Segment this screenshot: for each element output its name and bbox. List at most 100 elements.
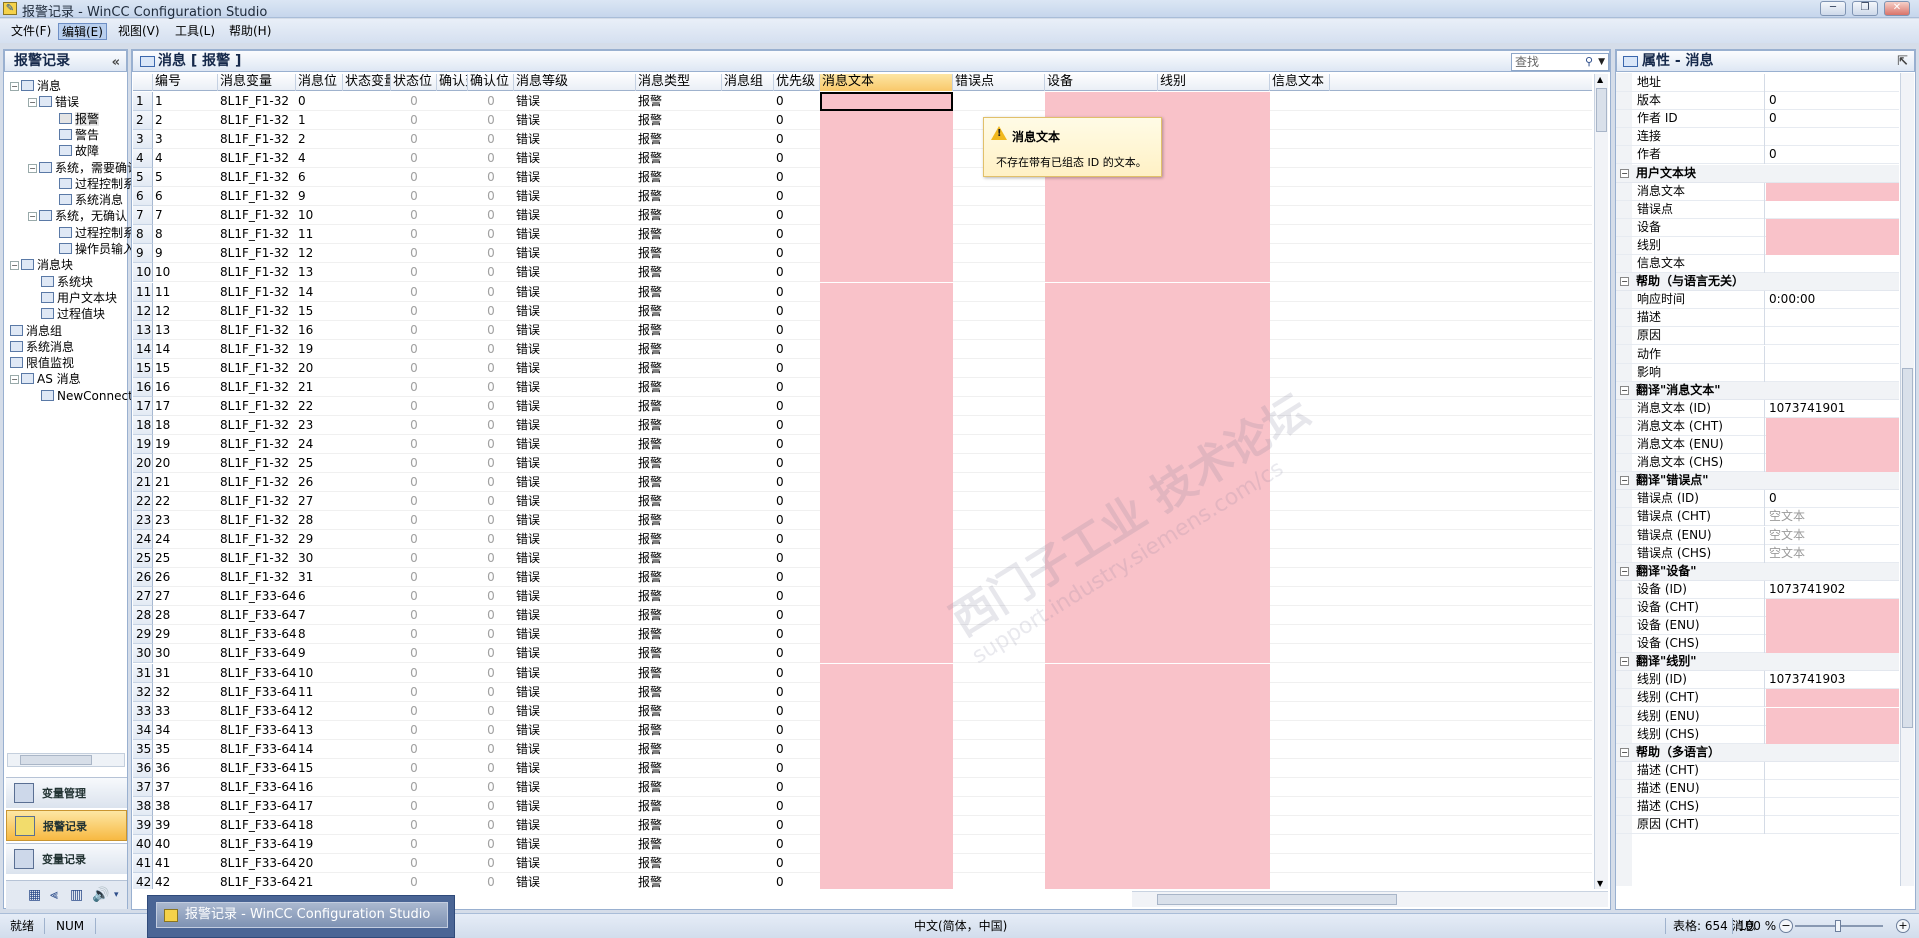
property-value[interactable]: 空文本 [1766, 508, 1899, 526]
table-cell[interactable] [1158, 854, 1270, 873]
property-row[interactable]: 线别 (CHT) [1616, 689, 1899, 708]
table-cell[interactable]: 0 [296, 92, 343, 111]
table-cell[interactable]: 0 [774, 606, 820, 625]
table-row[interactable]: 3 3 8L1F_F1-32 2 0 0 错误 报警 0 [133, 130, 1592, 150]
table-cell[interactable]: 0 [774, 244, 820, 263]
table-cell[interactable] [437, 549, 468, 568]
table-cell[interactable] [343, 683, 391, 702]
table-cell[interactable] [1045, 473, 1158, 492]
table-cell[interactable]: 10 [296, 206, 343, 225]
table-cell[interactable] [437, 416, 468, 435]
table-cell[interactable]: 8L1F_F1-32 [218, 149, 296, 168]
scroll-up-arrow-icon[interactable]: ▲ [1597, 75, 1603, 84]
property-value[interactable]: 1073741903 [1766, 671, 1899, 689]
table-cell[interactable]: 错误 [514, 511, 636, 530]
row-header[interactable]: 42 [133, 873, 153, 889]
table-cell[interactable] [722, 587, 774, 606]
table-cell[interactable]: 6 [153, 187, 218, 206]
table-cell[interactable] [343, 473, 391, 492]
table-cell[interactable] [437, 492, 468, 511]
table-cell[interactable]: 0 [774, 416, 820, 435]
table-cell[interactable]: 8L1F_F33-64 [218, 625, 296, 644]
minimize-button[interactable]: ─ [1820, 1, 1846, 16]
table-cell[interactable]: 错误 [514, 206, 636, 225]
table-cell[interactable] [1158, 492, 1270, 512]
table-cell[interactable]: 错误 [514, 359, 636, 378]
table-cell[interactable] [1045, 282, 1158, 302]
table-cell[interactable]: 6 [296, 168, 343, 187]
table-cell[interactable]: 0 [468, 625, 514, 644]
table-cell[interactable] [820, 606, 953, 626]
scroll-thumb[interactable] [1902, 368, 1913, 728]
table-cell[interactable]: 报警 [636, 225, 722, 244]
table-cell[interactable] [1045, 301, 1158, 321]
table-cell[interactable] [722, 873, 774, 889]
table-cell[interactable]: 报警 [636, 359, 722, 378]
table-cell[interactable]: 8L1F_F33-64 [218, 664, 296, 683]
table-cell[interactable]: 报警 [636, 568, 722, 587]
table-cell[interactable]: 0 [468, 664, 514, 683]
table-cell[interactable] [1045, 606, 1158, 626]
table-row[interactable]: 20 20 8L1F_F1-32 25 0 0 错误 报警 0 [133, 453, 1592, 473]
table-cell[interactable] [1158, 206, 1270, 226]
table-cell[interactable] [1270, 283, 1330, 302]
table-cell[interactable]: 0 [774, 130, 820, 149]
table-cell[interactable]: 报警 [636, 454, 722, 473]
table-cell[interactable]: 16 [153, 378, 218, 397]
table-cell[interactable]: 8L1F_F1-32 [218, 187, 296, 206]
table-cell[interactable] [953, 492, 1045, 511]
table-cell[interactable]: 报警 [636, 473, 722, 492]
table-cell[interactable] [1045, 701, 1158, 721]
table-cell[interactable] [437, 378, 468, 397]
table-cell[interactable]: 0 [391, 168, 437, 187]
table-cell[interactable]: 0 [774, 92, 820, 111]
table-cell[interactable] [1158, 377, 1270, 397]
table-row[interactable]: 17 17 8L1F_F1-32 22 0 0 错误 报警 0 [133, 396, 1592, 416]
table-cell[interactable] [722, 416, 774, 435]
table-cell[interactable]: 错误 [514, 340, 636, 359]
table-cell[interactable]: 11 [296, 683, 343, 702]
table-cell[interactable] [437, 283, 468, 302]
property-row[interactable]: 作者 ID 0 [1616, 110, 1899, 129]
table-cell[interactable]: 报警 [636, 283, 722, 302]
table-cell[interactable]: 错误 [514, 683, 636, 702]
table-row[interactable]: 42 42 8L1F_F33-64 21 0 0 错误 报警 0 [133, 873, 1592, 889]
scroll-down-arrow-icon[interactable]: ▼ [1597, 879, 1603, 888]
property-row[interactable]: 消息文本 (ENU) [1616, 436, 1899, 454]
table-cell[interactable] [1270, 416, 1330, 435]
table-cell[interactable] [1270, 683, 1330, 702]
table-cell[interactable]: 报警 [636, 549, 722, 568]
table-cell[interactable] [722, 473, 774, 492]
table-cell[interactable] [1045, 854, 1158, 873]
column-header[interactable]: 状态位 [391, 74, 437, 91]
table-cell[interactable] [437, 683, 468, 702]
property-value[interactable]: 0:00:00 [1766, 291, 1899, 309]
table-cell[interactable] [343, 816, 391, 835]
table-cell[interactable] [953, 625, 1045, 644]
table-cell[interactable] [722, 111, 774, 130]
table-row[interactable]: 24 24 8L1F_F1-32 29 0 0 错误 报警 0 [133, 530, 1592, 550]
table-cell[interactable] [1045, 796, 1158, 816]
table-cell[interactable] [437, 321, 468, 340]
tree-item[interactable]: 限值监视 [10, 355, 74, 371]
table-row[interactable]: 27 27 8L1F_F33-64 6 0 0 错误 报警 0 [133, 587, 1592, 607]
table-cell[interactable] [1270, 511, 1330, 530]
table-cell[interactable] [437, 721, 468, 740]
table-cell[interactable]: 0 [774, 359, 820, 378]
table-cell[interactable] [343, 92, 391, 111]
table-cell[interactable] [1270, 321, 1330, 340]
table-cell[interactable] [1158, 606, 1270, 626]
table-cell[interactable] [820, 854, 953, 873]
table-cell[interactable]: 0 [774, 149, 820, 168]
table-cell[interactable] [343, 778, 391, 797]
table-cell[interactable]: 报警 [636, 759, 722, 778]
table-cell[interactable]: 错误 [514, 111, 636, 130]
table-cell[interactable] [1158, 396, 1270, 416]
tree-item[interactable]: − AS 消息 [10, 371, 81, 387]
table-cell[interactable]: 8L1F_F1-32 [218, 111, 296, 130]
table-cell[interactable] [1045, 396, 1158, 416]
property-value[interactable] [1766, 454, 1899, 473]
property-category[interactable]: − 用户文本块 [1616, 164, 1899, 183]
property-value[interactable]: 1073741902 [1766, 581, 1899, 599]
table-cell[interactable] [722, 778, 774, 797]
